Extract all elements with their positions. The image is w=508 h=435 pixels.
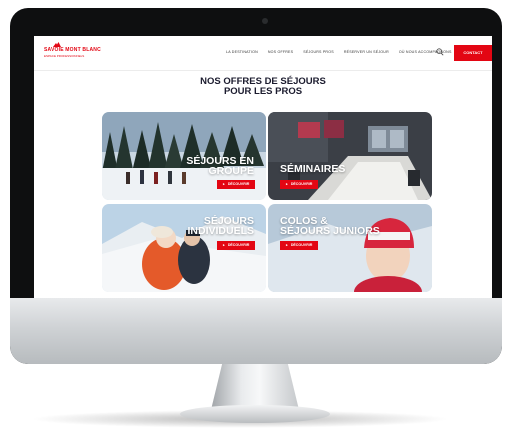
brand-tagline: ESPACE PROFESSIONNELS xyxy=(44,54,85,58)
discover-button-groupe[interactable]: ▸ DÉCOUVRIR xyxy=(217,180,256,189)
offer-card-seminaires[interactable]: SÉMINAIRES ▸ DÉCOUVRIR xyxy=(268,112,432,200)
monitor: SAVOIE MONT BLANC ESPACE PROFESSIONNELS … xyxy=(10,8,502,364)
discover-label: DÉCOUVRIR xyxy=(227,243,250,247)
nav-item-destination[interactable]: LA DESTINATION xyxy=(226,50,258,54)
card-title-juniors: COLOS & SÉJOURS JUNIORS xyxy=(280,216,380,237)
discover-button-individuels[interactable]: ▸ DÉCOUVRIR xyxy=(217,241,256,250)
site-header: SAVOIE MONT BLANC ESPACE PROFESSIONNELS … xyxy=(34,36,492,71)
contact-button[interactable]: CONTACT xyxy=(454,45,492,61)
card-title-seminaires: SÉMINAIRES xyxy=(280,163,346,175)
monitor-bezel xyxy=(10,8,502,34)
nav-item-sejours-pros[interactable]: SÉJOURS PROS xyxy=(303,50,334,54)
card-title-seminaires-line1: SÉMINAIRES xyxy=(280,163,346,175)
discover-label: DÉCOUVRIR xyxy=(227,182,250,186)
camera-icon xyxy=(262,18,268,24)
card-title-individuels: SÉJOURS INDIVIDUELS xyxy=(187,216,254,237)
arrow-right-icon: ▸ xyxy=(223,182,225,186)
card-title-groupe: SÉJOURS EN GROUPE xyxy=(186,156,254,177)
discover-label: DÉCOUVRIR xyxy=(290,243,313,247)
site-logo[interactable]: SAVOIE MONT BLANC ESPACE PROFESSIONNELS xyxy=(44,42,104,61)
offer-card-groupe[interactable]: SÉJOURS EN GROUPE ▸ DÉCOUVRIR xyxy=(102,112,266,200)
monitor-stand-base xyxy=(180,405,330,423)
discover-button-seminaires[interactable]: ▸ DÉCOUVRIR xyxy=(280,180,319,189)
arrow-right-icon: ▸ xyxy=(286,243,288,247)
search-icon[interactable] xyxy=(436,48,444,56)
arrow-right-icon: ▸ xyxy=(223,243,225,247)
main-menu: LA DESTINATION NOS OFFRES SÉJOURS PROS R… xyxy=(226,50,452,54)
arrow-right-icon: ▸ xyxy=(286,182,288,186)
offer-card-individuels[interactable]: SÉJOURS INDIVIDUELS ▸ DÉCOUVRIR xyxy=(102,204,266,292)
card-title-individuels-line2: INDIVIDUELS xyxy=(187,225,254,237)
page-title: NOS OFFRES DE SÉJOURS POUR LES PROS xyxy=(34,77,492,97)
nav-item-reserver[interactable]: RÉSERVER UN SÉJOUR xyxy=(344,50,389,54)
brand-name: SAVOIE MONT BLANC xyxy=(44,47,101,53)
monitor-chin xyxy=(10,298,502,364)
card-title-groupe-line2: GROUPE xyxy=(208,165,254,177)
offer-card-juniors[interactable]: COLOS & SÉJOURS JUNIORS ▸ DÉCOUVRIR xyxy=(268,204,432,292)
website-screen: SAVOIE MONT BLANC ESPACE PROFESSIONNELS … xyxy=(34,36,492,298)
nav-item-offres[interactable]: NOS OFFRES xyxy=(268,50,293,54)
mountain-icon xyxy=(53,42,61,47)
discover-label: DÉCOUVRIR xyxy=(290,182,313,186)
card-title-juniors-line2: SÉJOURS JUNIORS xyxy=(280,225,380,237)
discover-button-juniors[interactable]: ▸ DÉCOUVRIR xyxy=(280,241,319,250)
page-title-line2: POUR LES PROS xyxy=(223,86,303,97)
